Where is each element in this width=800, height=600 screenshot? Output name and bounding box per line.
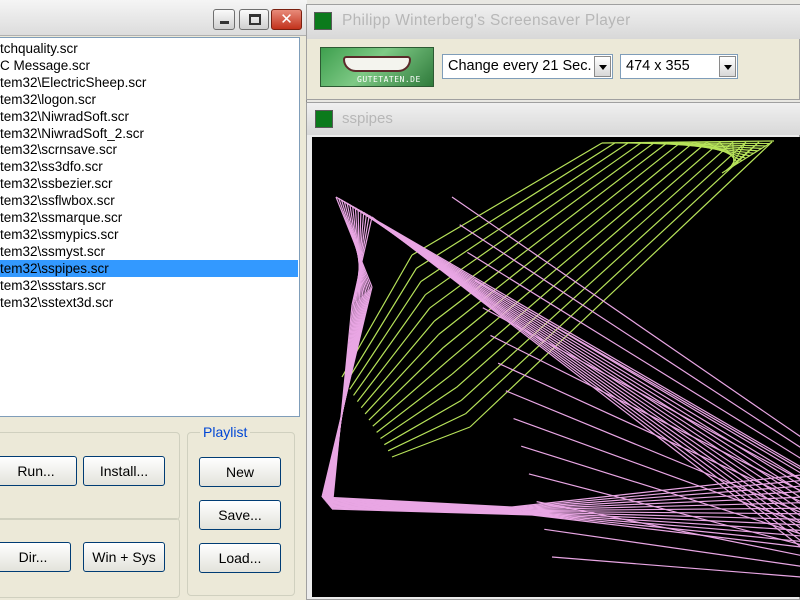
app-icon [314,12,332,30]
list-item[interactable]: tem32\ssstars.scr [0,277,298,294]
controls-panel: Playlist Run... Install... Dir... Win + … [0,418,307,600]
player-title: Philipp Winterberg's Screensaver Player [342,12,631,29]
list-item[interactable]: tem32\scrnsave.scr [0,141,298,158]
pink-pipe-line [371,216,800,547]
preview-title: sspipes [342,110,393,127]
list-item[interactable]: tem32\ssbezier.scr [0,175,298,192]
pipes-drawing [321,140,800,578]
green-pipe-line [384,400,462,446]
list-item[interactable]: tem32\sspipes.scr [0,259,298,277]
pink-pipe-line [331,304,353,510]
screensaver-preview [312,137,800,597]
green-pipe-line [391,426,471,458]
green-pipe-line [460,141,747,401]
green-pipe-line [442,141,694,349]
list-item[interactable]: tem32\ElectricSheep.scr [0,74,298,91]
green-pipe-line [380,386,457,440]
green-pipe-line [451,141,721,375]
smile-graphic [343,56,411,72]
green-pipe-line [420,142,629,282]
close-icon: ✕ [280,11,293,28]
playlist-load-button[interactable]: Load... [199,543,281,573]
run-button[interactable]: Run... [0,456,77,486]
size-value: 474 x 355 [626,58,690,74]
maximize-button[interactable] [239,9,269,30]
green-pipe-line [376,373,453,433]
list-item[interactable]: tchquality.scr [0,40,298,57]
green-pipe-line [411,142,603,256]
interval-select[interactable]: Change every 21 Sec. [442,54,613,79]
pink-pipe-line [531,514,800,548]
pink-pipe-line [490,334,800,492]
list-item[interactable]: tem32\NiwradSoft.scr [0,108,298,125]
app-icon [315,110,333,128]
player-window: Philipp Winterberg's Screensaver Player … [306,4,800,100]
playlist-new-button[interactable]: New [199,457,281,487]
pink-pipe-line [497,362,800,502]
playlist-label: Playlist [200,424,251,440]
pink-pipe-line [335,196,800,468]
green-pipe-line [364,333,440,415]
list-item[interactable]: tem32\ssmyst.scr [0,243,298,260]
list-item[interactable]: C Message.scr [0,57,298,74]
pink-pipe-line [467,251,800,459]
screensaver-file-list[interactable]: tchquality.scr C Message.scr tem32\Electri… [0,37,300,417]
pink-pipe-line [459,224,800,448]
list-item[interactable]: tem32\sstext3d.scr [0,294,298,311]
green-pipe-line [387,413,466,452]
preview-window: sspipes [306,102,800,600]
logo-text: GUTETATEN.DE [357,75,421,84]
list-item[interactable]: tem32\ssmarque.scr [0,209,298,226]
maximize-icon [249,14,261,25]
chevron-down-icon[interactable] [594,56,611,77]
pink-pipe-line [551,556,800,578]
left-titlebar[interactable]: ✕ [0,0,307,36]
list-item[interactable]: tem32\logon.scr [0,91,298,108]
interval-value: Change every 21 Sec. [448,58,592,74]
install-button[interactable]: Install... [83,456,165,486]
minimize-icon [220,21,229,24]
chevron-down-icon[interactable] [719,56,736,77]
dir-button[interactable]: Dir... [0,542,71,572]
list-item[interactable]: tem32\ssflwbox.scr [0,192,298,209]
close-button[interactable]: ✕ [271,9,302,30]
win-sys-button[interactable]: Win + Sys [83,542,165,572]
player-titlebar[interactable]: Philipp Winterberg's Screensaver Player [307,5,800,39]
minimize-button[interactable] [213,9,235,30]
playlist-save-button[interactable]: Save... [199,500,281,530]
gutetaten-logo[interactable]: GUTETATEN.DE [320,47,434,87]
list-item[interactable]: tem32\NiwradSoft_2.scr [0,125,298,142]
list-item[interactable]: tem32\ss3dfo.scr [0,158,298,175]
list-item[interactable]: tem32\ssmypics.scr [0,226,298,243]
size-select[interactable]: 474 x 355 [620,54,738,79]
preview-titlebar[interactable]: sspipes [307,103,800,135]
screensaver-list-window: ✕ tchquality.scr C Message.scr tem32\Elect… [0,0,307,600]
green-pipe-line [438,142,681,335]
